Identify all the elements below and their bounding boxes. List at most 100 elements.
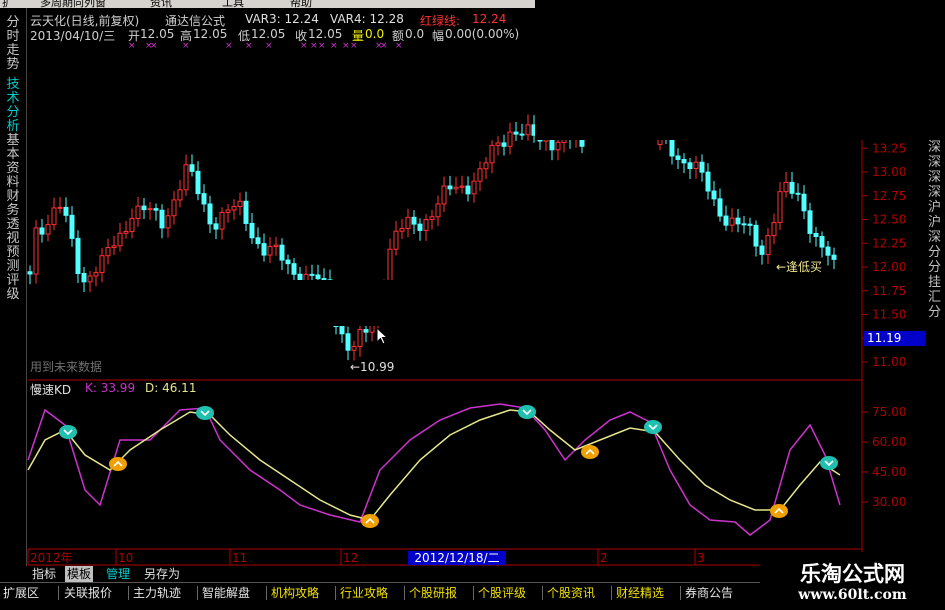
signal-tick-mark: × [225, 41, 233, 51]
candle-body [795, 192, 801, 195]
right-list-fragment: 深深深深沪沪深分分挂汇分 [928, 140, 942, 320]
candle-body [123, 230, 129, 234]
nav-news[interactable]: 个股资讯 [547, 585, 595, 601]
bottom-nav-bar: 扩展区 关联报价 主力轨迹 智能解盘 机构攻略 行业攻略 个股研报 个股评级 个… [0, 582, 760, 610]
candle-body [165, 215, 171, 229]
tab-manage[interactable]: 管理 [104, 566, 132, 582]
candle-body [777, 191, 783, 224]
signal-tick-mark: × [150, 41, 158, 51]
nav-related-quotes[interactable]: 关联报价 [64, 585, 112, 601]
date-tick-label: 12 [343, 551, 358, 565]
candle-body [183, 164, 189, 191]
candle-body [255, 237, 261, 245]
nav-institution[interactable]: 机构攻略 [271, 585, 319, 601]
candle-body [471, 180, 477, 195]
candle-body [315, 274, 321, 280]
low-value: 12.05 [251, 27, 286, 41]
signal-tick-mark: × [265, 41, 273, 51]
nav-extension[interactable]: 扩展区 [3, 585, 39, 601]
nav-divider [611, 586, 612, 600]
candle-body [117, 232, 123, 247]
kd-tick-label: 60.00 [872, 435, 906, 449]
nav-smart-analysis[interactable]: 智能解盘 [202, 585, 250, 601]
price-tick-label: 12.25 [872, 236, 906, 250]
date-tick-label: 2 [600, 551, 608, 565]
candle-body [195, 170, 201, 195]
candle-body [393, 230, 399, 250]
candle-body [831, 254, 837, 260]
candle-body [507, 131, 513, 147]
tab-template[interactable]: 模板 [65, 566, 94, 582]
candle-body [477, 168, 483, 182]
candle-body [189, 164, 195, 172]
candle-body [453, 186, 459, 190]
kd-tick-label: 30.00 [872, 495, 906, 509]
redaction-box [212, 280, 732, 326]
candle-body [291, 263, 297, 275]
nav-broker-notices[interactable]: 券商公告 [685, 585, 733, 601]
buy-annotation: ←逢低买 [776, 260, 823, 274]
k-line [27, 403, 841, 536]
nav-divider [58, 586, 59, 600]
volume-label: 量 [352, 29, 365, 43]
candle-body [447, 185, 453, 190]
price-tick-label: 12.50 [872, 213, 906, 227]
nav-rating[interactable]: 个股评级 [478, 585, 526, 601]
open-label: 开 [128, 29, 141, 43]
volume-value: 0.0 [365, 27, 385, 41]
d-readout: D: 46.11 [145, 381, 197, 395]
sell-signal-icon [59, 425, 77, 439]
nav-industry[interactable]: 行业攻略 [340, 585, 388, 601]
candle-body [75, 237, 81, 274]
signal-tick-mark: × [330, 41, 338, 51]
candle-body [459, 185, 465, 188]
candle-body [219, 211, 225, 230]
candle-body [699, 161, 705, 173]
nav-divider [680, 586, 681, 600]
candle-body [429, 216, 435, 221]
nav-finance-picks[interactable]: 财经精选 [616, 585, 664, 601]
candle-body [801, 193, 807, 212]
nav-main-force[interactable]: 主力轨迹 [133, 585, 181, 601]
candle-body [33, 227, 39, 275]
candle-body [555, 141, 561, 151]
amount-label: 额 [392, 29, 405, 43]
nav-research[interactable]: 个股研报 [409, 585, 457, 601]
price-tick-label: 11.50 [872, 308, 906, 322]
low-label: 低 [238, 29, 251, 43]
signal-tick-mark: × [310, 41, 318, 51]
stock-chart-window: 扩 多周期同列窗 资讯 工具 帮助 分时走势 技术分析 基本资料 财务透视 预测… [0, 0, 945, 610]
candle-body [789, 181, 795, 194]
candle-body [423, 219, 429, 231]
date-tick-label: 3 [697, 551, 705, 565]
candle-body [363, 329, 369, 333]
logo-title: 乐淘公式网 [800, 562, 905, 586]
sell-signal-icon [518, 405, 536, 419]
candle-body [81, 272, 87, 283]
high-label: 高 [180, 29, 193, 43]
candle-body [207, 203, 213, 225]
candle-body [693, 161, 699, 170]
candle-body [99, 255, 105, 274]
price-tick-label: 13.00 [872, 165, 906, 179]
candle-body [279, 244, 285, 261]
tab-save-as[interactable]: 另存为 [142, 566, 182, 582]
sell-signal-icon [644, 420, 662, 434]
tab-indicator[interactable]: 指标 [30, 566, 58, 582]
future-data-note: 用到未来数据 [30, 360, 103, 374]
nav-divider [197, 586, 198, 600]
date-tick-label: 11 [232, 551, 247, 565]
candle-body [369, 325, 375, 333]
candle-body [729, 217, 735, 226]
buy-signal-icon [581, 445, 599, 459]
candle-body [759, 245, 765, 255]
nav-divider [404, 586, 405, 600]
candle-body [711, 190, 717, 200]
candle-body [681, 158, 687, 164]
candle-body [111, 245, 117, 249]
candle-body [783, 181, 789, 193]
candle-body [93, 272, 99, 277]
candle-body [201, 193, 207, 205]
candle-body [741, 223, 747, 226]
candle-body [147, 208, 153, 211]
